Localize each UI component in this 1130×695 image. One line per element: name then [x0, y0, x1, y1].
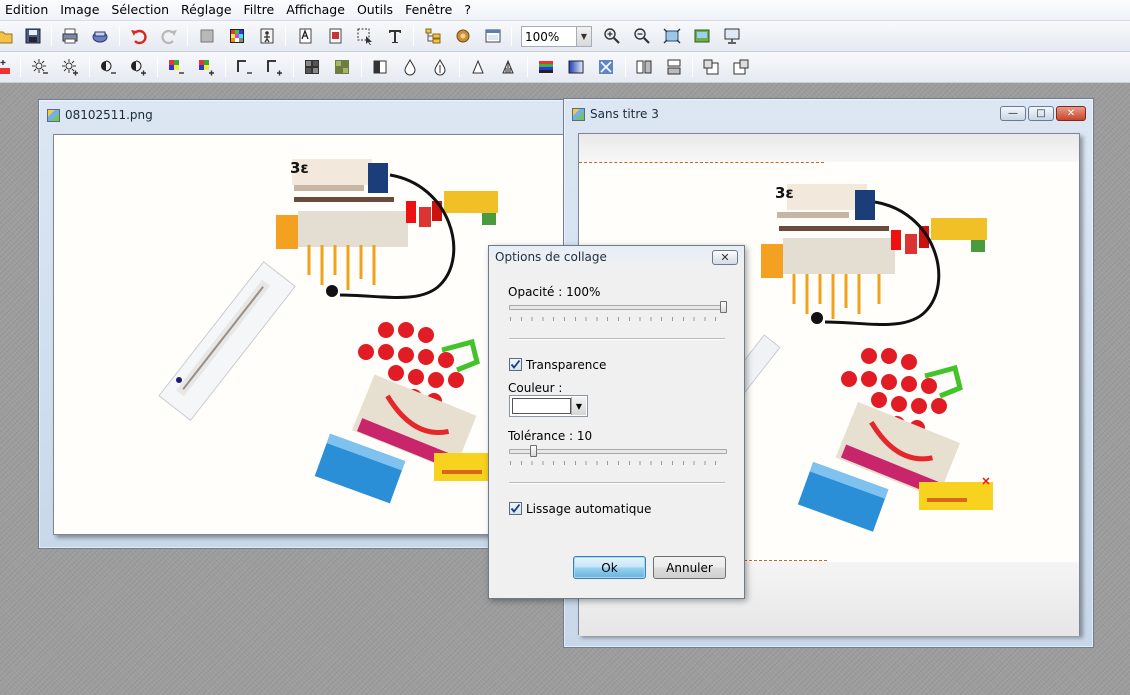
color-label: Couleur :: [508, 381, 563, 395]
menu-selection[interactable]: Sélection: [105, 0, 175, 20]
zoom-in-icon[interactable]: [601, 25, 623, 47]
window-title-bar[interactable]: Sans titre 3: [572, 105, 659, 123]
opacity-slider-thumb[interactable]: [720, 301, 727, 313]
gamma-minus-icon[interactable]: [233, 56, 255, 78]
opacity-slider[interactable]: [509, 305, 727, 310]
fullscreen-icon[interactable]: [721, 25, 743, 47]
tolerance-ticks: [510, 461, 726, 465]
flip-horizontal-icon[interactable]: [633, 56, 655, 78]
menu-edition[interactable]: Edition: [0, 0, 54, 20]
image-doc-icon[interactable]: [324, 25, 346, 47]
zoom-value: 100%: [525, 29, 560, 44]
brightness-minus-icon[interactable]: [29, 56, 51, 78]
rotate-right-icon[interactable]: [730, 56, 752, 78]
adjust-toolbar: [0, 52, 1130, 83]
palette-icon[interactable]: [226, 25, 248, 47]
figure-icon[interactable]: [256, 25, 278, 47]
open-icon[interactable]: [0, 25, 16, 47]
text-doc-icon[interactable]: [294, 25, 316, 47]
menu-reglage[interactable]: Réglage: [175, 0, 238, 20]
contrast-plus-icon[interactable]: [127, 56, 149, 78]
opacity-ticks: [510, 317, 726, 321]
color-swatch: [512, 398, 571, 414]
menu-fenetre[interactable]: Fenêtre: [399, 0, 458, 20]
gradient-icon[interactable]: [565, 56, 587, 78]
saturation-minus-icon[interactable]: [165, 56, 187, 78]
gamma-plus-icon[interactable]: [263, 56, 285, 78]
print-icon[interactable]: [59, 25, 81, 47]
scanner-icon[interactable]: [89, 25, 111, 47]
rotate-left-icon[interactable]: [700, 56, 722, 78]
window-title: 08102511.png: [65, 108, 153, 122]
menu-filtre[interactable]: Filtre: [238, 0, 281, 20]
menu-help[interactable]: ?: [458, 0, 477, 20]
ok-button[interactable]: Ok: [573, 556, 646, 579]
color-balance-icon[interactable]: [535, 56, 557, 78]
dialog-title: Options de collage: [495, 250, 607, 264]
window-title-bar[interactable]: 08102511.png: [47, 106, 153, 124]
drop-icon[interactable]: [399, 56, 421, 78]
image-file-icon: [572, 107, 585, 121]
dialog-body: Opacité : 100% Transparence Couleur : ▼ …: [490, 268, 743, 598]
menu-outils[interactable]: Outils: [351, 0, 399, 20]
tolerance-slider-thumb[interactable]: [530, 445, 538, 457]
effects-icon[interactable]: [595, 56, 617, 78]
mosaic-icon[interactable]: [301, 56, 323, 78]
transparency-label: Transparence: [526, 358, 607, 372]
text-tool-icon[interactable]: [384, 25, 406, 47]
triangle-striped-icon[interactable]: [497, 56, 519, 78]
flip-vertical-icon[interactable]: [663, 56, 685, 78]
smoothing-label: Lissage automatique: [526, 502, 652, 516]
paste-options-dialog: Options de collage ✕ Opacité : 100% Tran…: [488, 245, 745, 599]
undo-icon[interactable]: [128, 25, 150, 47]
actual-size-icon[interactable]: [691, 25, 713, 47]
select-tool-icon[interactable]: [354, 25, 376, 47]
sharpen-drop-icon[interactable]: [429, 56, 451, 78]
maximize-icon[interactable]: □: [1028, 106, 1054, 121]
auto-level-icon[interactable]: [0, 56, 14, 78]
save-icon[interactable]: [22, 25, 44, 47]
contrast-minus-icon[interactable]: [97, 56, 119, 78]
menu-bar: Edition Image Sélection Réglage Filtre A…: [0, 0, 1130, 21]
zoom-combo[interactable]: 100% ▼: [521, 26, 592, 47]
transparency-checkbox[interactable]: [509, 358, 522, 371]
texture-icon[interactable]: [331, 56, 353, 78]
close-icon[interactable]: ✕: [1056, 106, 1086, 121]
saturation-plus-icon[interactable]: [195, 56, 217, 78]
divider: [509, 482, 725, 484]
smoothing-checkbox[interactable]: [509, 502, 522, 515]
opacity-label: Opacité : 100%: [508, 285, 601, 299]
chevron-down-icon[interactable]: ▼: [571, 397, 586, 415]
cancel-button[interactable]: Annuler: [653, 556, 726, 579]
collage-label: 3ε: [290, 159, 309, 177]
window-title: Sans titre 3: [590, 107, 659, 121]
window-controls: — □ ✕: [1000, 106, 1086, 121]
gray-square-icon[interactable]: [196, 25, 218, 47]
fit-window-icon[interactable]: [661, 25, 683, 47]
redo-icon[interactable]: [158, 25, 180, 47]
window-icon[interactable]: [482, 25, 504, 47]
divider: [509, 338, 725, 340]
minimize-icon[interactable]: —: [1000, 106, 1026, 121]
close-icon[interactable]: ✕: [712, 250, 738, 265]
plugin-icon[interactable]: [452, 25, 474, 47]
tolerance-label: Tolérance : 10: [508, 429, 593, 443]
folder-tree-icon[interactable]: [422, 25, 444, 47]
zoom-out-icon[interactable]: [631, 25, 653, 47]
tolerance-slider[interactable]: [509, 449, 727, 454]
invert-icon[interactable]: [369, 56, 391, 78]
chevron-down-icon[interactable]: ▼: [576, 27, 591, 46]
color-picker[interactable]: ▼: [509, 395, 588, 417]
menu-affichage[interactable]: Affichage: [280, 0, 351, 20]
image-file-icon: [47, 108, 60, 122]
collage-label: 3ε: [775, 184, 794, 202]
menu-image[interactable]: Image: [54, 0, 105, 20]
triangle-icon[interactable]: [467, 56, 489, 78]
brightness-plus-icon[interactable]: [59, 56, 81, 78]
